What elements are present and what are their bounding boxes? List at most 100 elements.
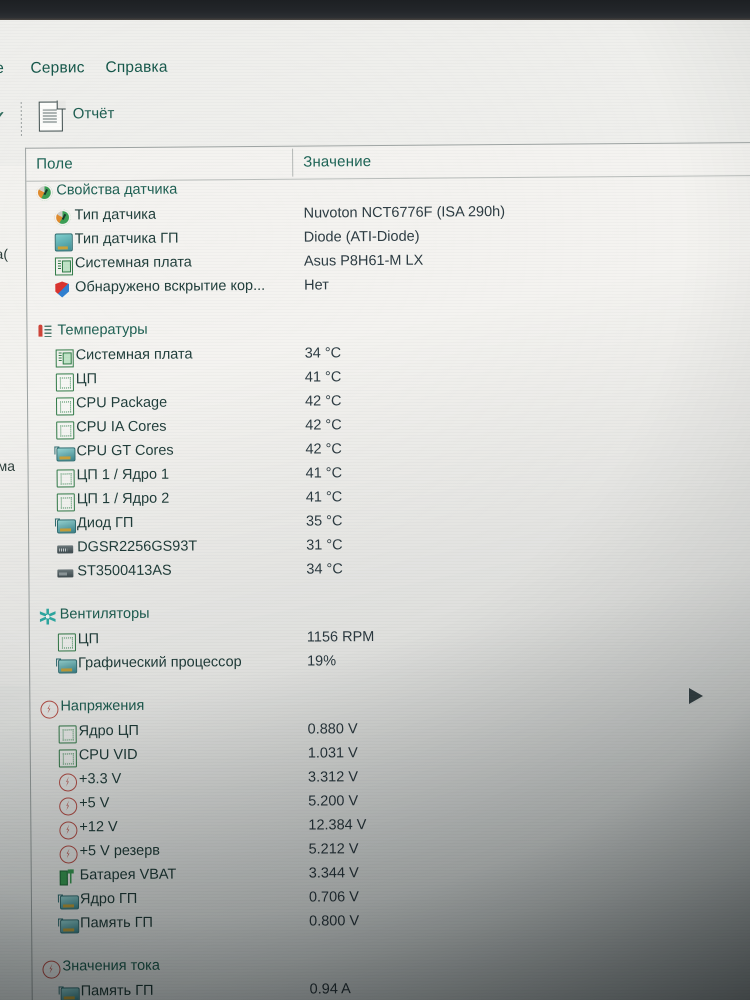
row-value: 0.706 V bbox=[308, 889, 359, 906]
column-divider[interactable] bbox=[292, 148, 294, 177]
chip-icon bbox=[57, 633, 76, 652]
chip-icon bbox=[56, 469, 75, 488]
row-label: Ядро ЦП bbox=[78, 722, 139, 740]
row-value: 19% bbox=[307, 653, 337, 670]
row-value: 42 °C bbox=[305, 441, 342, 458]
row-label: Память ГП bbox=[80, 914, 154, 932]
row-label: Свойства датчика bbox=[56, 181, 178, 199]
column-header-value[interactable]: Значение bbox=[303, 153, 371, 171]
gpu-icon bbox=[56, 519, 77, 534]
row-value: Asus P8H61-M LX bbox=[303, 252, 424, 270]
column-header-field[interactable]: Поле bbox=[36, 155, 73, 172]
gpu-icon bbox=[60, 987, 80, 1000]
mainboard-icon bbox=[54, 257, 74, 276]
menu-item-service-prev[interactable]: ое bbox=[0, 60, 4, 78]
row-label: CPU IA Cores bbox=[76, 418, 167, 436]
row-label: ЦП bbox=[77, 631, 100, 648]
row-value: 1156 RPM bbox=[306, 629, 375, 646]
row-label: Значения тока bbox=[62, 957, 160, 975]
toolbar: ✓ Отчёт bbox=[0, 94, 750, 142]
row-label: Ядро ГП bbox=[79, 890, 138, 908]
row-label: +5 V bbox=[79, 795, 110, 812]
row-label: Вентиляторы bbox=[59, 605, 150, 623]
row-label: Тип датчика ГП bbox=[74, 230, 179, 248]
row-label: Напряжения bbox=[60, 697, 145, 715]
application-window: ое Сервис Справка ✓ Отчёт ма( тема Поле … bbox=[0, 20, 750, 1000]
table-row[interactable]: Память ГП 0.800 V bbox=[32, 908, 750, 938]
row-value: Нет bbox=[304, 277, 329, 294]
row-value: 41 °C bbox=[304, 369, 342, 386]
row-value: 41 °C bbox=[305, 465, 343, 482]
row-label: ЦП bbox=[75, 371, 98, 388]
row-label: CPU VID bbox=[78, 746, 138, 764]
toolbar-separator bbox=[20, 101, 22, 138]
gpu-icon bbox=[58, 659, 78, 674]
row-label: DGSR2256GS93T bbox=[77, 538, 198, 556]
row-value: 42 °C bbox=[304, 393, 342, 410]
voltage-icon bbox=[40, 700, 59, 719]
row-value: 5.200 V bbox=[308, 793, 359, 810]
table-row[interactable]: Обнаружено вскрытие кор... Нет bbox=[27, 272, 750, 302]
voltage-icon bbox=[59, 797, 78, 816]
menu-item-help[interactable]: Справка bbox=[105, 59, 167, 77]
row-value: 42 °C bbox=[305, 417, 342, 434]
row-label: Диод ГП bbox=[76, 514, 134, 532]
monitor-bezel bbox=[0, 0, 750, 20]
row-label: ST3500413AS bbox=[77, 562, 172, 580]
row-label: +12 V bbox=[79, 819, 118, 836]
chip-icon bbox=[56, 421, 75, 440]
gpu-icon bbox=[56, 447, 76, 462]
row-label: Память ГП bbox=[80, 982, 154, 1000]
row-label: +5 V резерв bbox=[79, 842, 161, 860]
voltage-icon bbox=[59, 821, 78, 840]
report-button-label[interactable]: Отчёт bbox=[73, 105, 115, 122]
screen-surface: ое Сервис Справка ✓ Отчёт ма( тема Поле … bbox=[0, 20, 750, 1000]
battery-icon bbox=[60, 869, 75, 884]
chip-icon bbox=[55, 397, 75, 416]
row-value: Nuvoton NCT6776F (ISA 290h) bbox=[303, 203, 506, 222]
table-row[interactable]: ST3500413AS 34 °C bbox=[29, 556, 750, 586]
row-value: 1.031 V bbox=[307, 745, 358, 762]
row-label: Системная плата bbox=[74, 254, 192, 272]
row-label: Графический процессор bbox=[78, 654, 242, 672]
sidebar-ghost-item-1[interactable]: ма( bbox=[0, 246, 8, 262]
row-value: Diode (ATI-Diode) bbox=[303, 228, 420, 246]
shield-icon bbox=[55, 281, 69, 297]
row-label: Батарея VBAT bbox=[79, 866, 177, 884]
mouse-cursor bbox=[689, 688, 703, 704]
row-value: 0.880 V bbox=[307, 721, 358, 738]
row-label: Температуры bbox=[57, 321, 148, 339]
gpu-icon bbox=[59, 895, 80, 910]
row-value: 34 °C bbox=[306, 561, 343, 578]
monitor-photo: ое Сервис Справка ✓ Отчёт ма( тема Поле … bbox=[0, 0, 750, 1000]
thermometer-icon bbox=[37, 325, 51, 341]
chip-icon bbox=[58, 725, 77, 744]
chip-icon bbox=[55, 373, 74, 392]
row-label: Обнаружено вскрытие кор... bbox=[75, 277, 266, 296]
gpu-icon bbox=[60, 919, 80, 934]
checkmark-icon[interactable]: ✓ bbox=[0, 106, 15, 134]
row-value: 0.800 V bbox=[309, 913, 360, 930]
monitor-icon bbox=[54, 233, 73, 252]
row-value: 31 °C bbox=[306, 537, 343, 554]
voltage-icon bbox=[58, 773, 78, 792]
menu-item-service[interactable]: Сервис bbox=[30, 59, 84, 77]
menu-bar: ое Сервис Справка bbox=[0, 54, 750, 90]
row-label: +3.3 V bbox=[78, 771, 122, 788]
disk-icon bbox=[57, 545, 74, 554]
mainboard-icon bbox=[55, 349, 74, 368]
report-document-icon[interactable] bbox=[38, 100, 66, 133]
row-value: 35 °C bbox=[305, 513, 343, 530]
row-value: 34 °C bbox=[304, 345, 342, 362]
row-value: 41 °C bbox=[305, 489, 343, 506]
row-value: 5.212 V bbox=[308, 841, 359, 858]
sidebar-ghost-item-2[interactable]: тема bbox=[0, 458, 15, 474]
row-label: CPU Package bbox=[75, 394, 168, 412]
row-label: CPU GT Cores bbox=[76, 442, 174, 460]
table-row[interactable]: Графический процессор 19% bbox=[30, 648, 750, 678]
row-value: 12.384 V bbox=[308, 817, 367, 834]
chip-icon bbox=[56, 493, 75, 512]
sensor-rows: Свойства датчика Тип датчика Nuvoton NCT67… bbox=[26, 175, 750, 1000]
sensor-table-panel: Поле Значение Свойства датчика Тип датчик… bbox=[25, 141, 750, 1000]
disk-icon bbox=[57, 569, 74, 578]
